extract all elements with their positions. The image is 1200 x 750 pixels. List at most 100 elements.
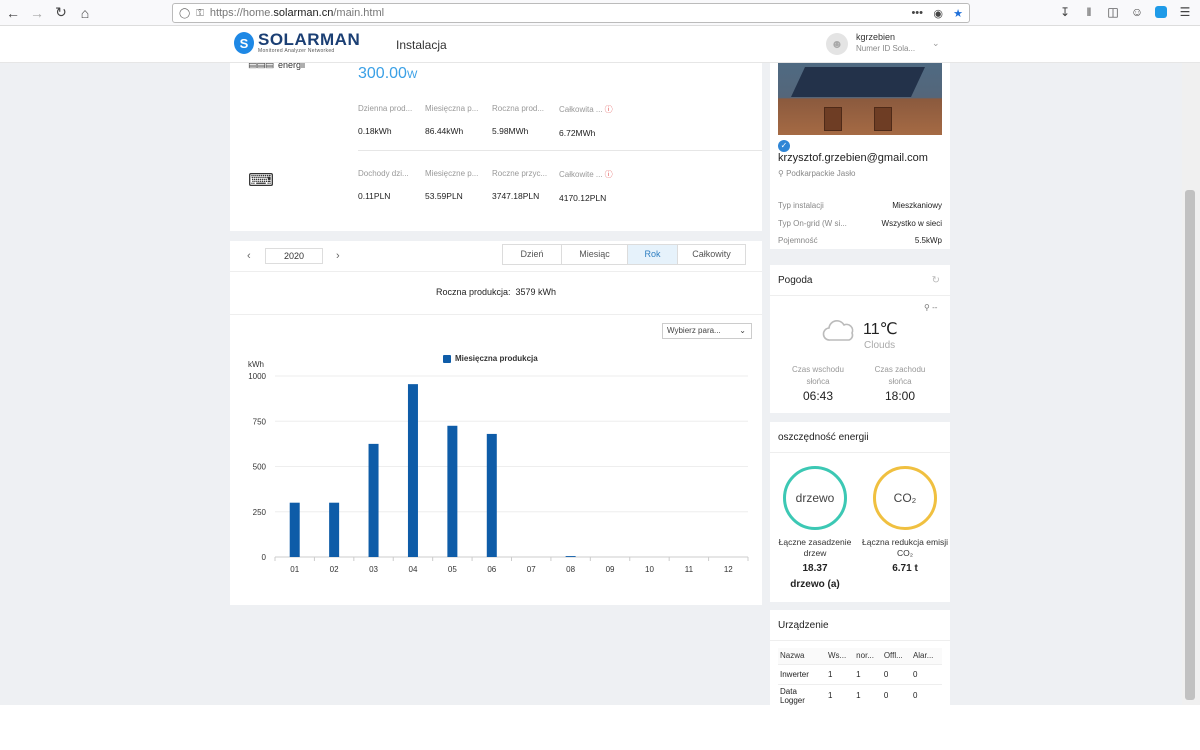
download-icon[interactable]: ↧ xyxy=(1056,3,1074,21)
sidebar-icon[interactable]: ◫ xyxy=(1104,3,1122,21)
col-normal: nor... xyxy=(854,648,882,665)
menu-icon[interactable]: ☰ xyxy=(1176,3,1194,21)
year-picker[interactable]: 2020 xyxy=(265,248,323,264)
cell: 0 xyxy=(881,664,911,685)
divider xyxy=(230,314,762,315)
x-tick-label: 02 xyxy=(330,565,339,574)
installation-card: ✓ krzysztof.grzebien@gmail.com ⚲ Podkarp… xyxy=(770,63,950,249)
temperature: 11℃ xyxy=(863,321,898,338)
bar-08 xyxy=(565,556,576,557)
tab-year[interactable]: Rok xyxy=(628,245,678,264)
url-path: /main.html xyxy=(333,7,385,19)
divider xyxy=(770,452,950,453)
select-label: Wybierz para... xyxy=(667,326,721,335)
x-tick-label: 09 xyxy=(606,565,615,574)
x-tick-label: 11 xyxy=(685,565,694,574)
weather-card: Pogoda ↻ ⚲ -- 11℃ Clouds Czas wschodu sł… xyxy=(770,265,950,413)
info-row-type: Typ instalacji Mieszkaniowy xyxy=(778,201,942,210)
back-arrow-icon[interactable]: ← xyxy=(2,2,24,24)
home-icon[interactable]: ⌂ xyxy=(74,2,96,24)
date-selector: ‹ 2020 › Dzień Miesiąc Rok Całkowity xyxy=(230,241,762,271)
energy-savings-card: oszczędność energii drzewo CO₂ Łączne za… xyxy=(770,422,950,602)
income-metrics: Dochody dzi... 0.11PLN Miesięczne p... 53.… xyxy=(358,169,626,203)
col-name: Nazwa xyxy=(778,648,826,665)
next-year-arrow-icon[interactable]: › xyxy=(336,250,340,262)
summary-card: ▤▤▤ energii 300.00W Dzienna prod... 0.18k… xyxy=(230,63,762,231)
refresh-icon[interactable]: ↻ xyxy=(932,275,940,286)
address-bar[interactable]: ◯ ⚿ https://home. solarman.cn/main.html •… xyxy=(172,3,970,23)
cell: 1 xyxy=(854,684,882,705)
x-tick-label: 05 xyxy=(448,565,457,574)
metric-label-wrap: Całkowite ... ⓘ xyxy=(559,169,626,180)
cloud-icon xyxy=(822,320,854,341)
info-row-grid: Typ On-grid (W si... Wszystko w sieci xyxy=(778,219,942,228)
table-row[interactable]: Data Logger 1 1 0 0 xyxy=(778,684,942,705)
metric-label: Całkowita ... xyxy=(559,105,603,114)
extension-icon[interactable] xyxy=(1152,3,1170,21)
metric-value: 4170.12PLN xyxy=(559,193,607,203)
metric-value: 6.72MWh xyxy=(559,128,596,138)
cell: 1 xyxy=(826,664,855,685)
annual-production: Roczna produkcja: 3579 kWh xyxy=(230,287,762,297)
metric-total-income: Całkowite ... ⓘ 4170.12PLN xyxy=(559,169,626,203)
installation-photo[interactable] xyxy=(778,63,942,135)
tab-total[interactable]: Całkowity xyxy=(678,245,745,264)
chevron-down-icon[interactable]: ⌄ xyxy=(932,38,940,49)
prev-year-arrow-icon[interactable]: ‹ xyxy=(247,250,251,262)
nav-instalacja[interactable]: Instalacja xyxy=(396,38,447,52)
info-key: Pojemność xyxy=(778,236,818,245)
solarman-logo[interactable]: S SOLARMAN Monitored Analyzer Networked xyxy=(234,30,361,54)
device-card: Urządzenie Nazwa Ws... nor... Offl... Al… xyxy=(770,610,950,705)
metric-label: Całkowite ... xyxy=(559,170,603,179)
metric-daily-production: Dzienna prod... 0.18kWh xyxy=(358,104,425,138)
account-icon[interactable]: ☺ xyxy=(1128,3,1146,21)
alert-icon[interactable]: ⓘ xyxy=(605,170,613,179)
metric-value: 5.98MWh xyxy=(492,126,529,136)
door xyxy=(824,107,842,131)
cell: 1 xyxy=(854,664,882,685)
money-bag-icon: ⌨ xyxy=(248,170,274,190)
bar-05 xyxy=(447,425,458,557)
bar-03 xyxy=(368,443,379,557)
info-value: Wszystko w sieci xyxy=(881,219,942,228)
tab-month[interactable]: Miesiąc xyxy=(562,245,628,264)
page-actions-icon[interactable]: ••• xyxy=(911,7,923,19)
sunrise-label: Czas wschodu słońca xyxy=(791,365,845,386)
verified-check-icon: ✓ xyxy=(778,140,790,152)
url-domain: solarman.cn xyxy=(273,7,334,19)
cell: 0 xyxy=(881,684,911,705)
co2-circle: CO₂ xyxy=(873,466,937,530)
owner-email: krzysztof.grzebien@gmail.com xyxy=(778,152,928,164)
user-menu[interactable]: ☻ kgrzebien Numer ID Sola... xyxy=(826,32,915,55)
tab-day[interactable]: Dzień xyxy=(503,245,562,264)
scrollbar-thumb[interactable] xyxy=(1185,190,1195,700)
forward-arrow-icon[interactable]: → xyxy=(26,2,48,24)
bookmark-star-icon[interactable]: ★ xyxy=(953,7,963,20)
energy-metrics: Dzienna prod... 0.18kWh Miesięczna p... 86… xyxy=(358,104,626,138)
reload-icon[interactable]: ↻ xyxy=(50,2,72,24)
alert-icon[interactable]: ⓘ xyxy=(605,105,613,114)
metric-label-wrap: Całkowita ... ⓘ xyxy=(559,104,626,115)
metric-yearly-income: Roczne przyc... 3747.18PLN xyxy=(492,169,559,203)
metric-value: 86.44kWh xyxy=(425,126,464,136)
x-tick-label: 04 xyxy=(409,565,418,574)
logo-text: SOLARMAN xyxy=(258,30,361,49)
door xyxy=(874,107,892,131)
table-row[interactable]: Inwerter 1 1 0 0 xyxy=(778,664,942,685)
lock-icon: ⚿ xyxy=(196,7,204,19)
tree-value: 18.37 xyxy=(802,563,828,574)
page-bottom xyxy=(0,705,1200,750)
avatar: ☻ xyxy=(826,33,848,55)
parameter-select[interactable]: Wybierz para... ⌄ xyxy=(662,323,752,339)
library-icon[interactable]: ‖ xyxy=(1080,3,1098,21)
power-unit: W xyxy=(406,69,418,81)
user-id-label: Numer ID Sola... xyxy=(856,44,916,53)
pocket-icon[interactable]: ◉ xyxy=(933,7,943,20)
cell: 1 xyxy=(826,684,855,705)
tree-unit: drzewo (a) xyxy=(790,579,840,590)
device-table: Nazwa Ws... nor... Offl... Alar... Inwer… xyxy=(778,648,942,705)
y-tick-label: 1000 xyxy=(248,372,266,381)
app-header: S SOLARMAN Monitored Analyzer Networked … xyxy=(0,26,1200,63)
bar-chart: kWh 0 250 500 750 1000 01 02 03 04 05 06 07 08 09 10 11 1… xyxy=(248,360,749,574)
metric-monthly-production: Miesięczna p... 86.44kWh xyxy=(425,104,492,138)
